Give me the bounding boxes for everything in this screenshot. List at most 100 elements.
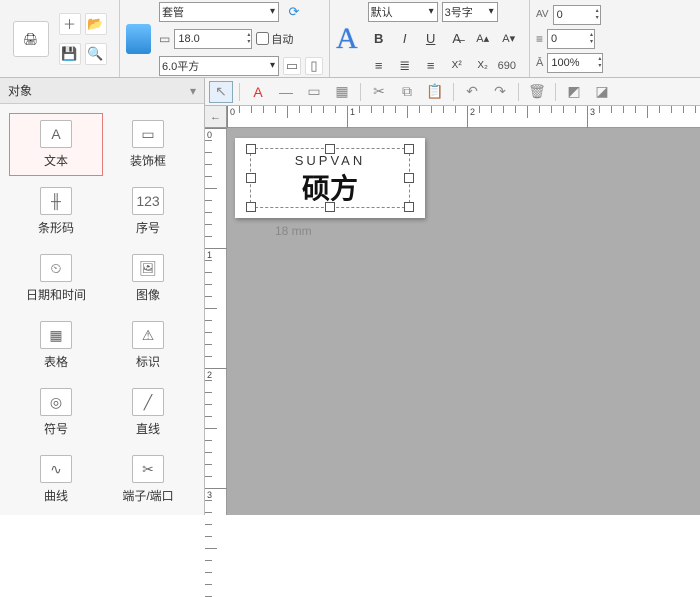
- palette-label: 图像: [136, 286, 160, 303]
- material-select[interactable]: 套管: [159, 2, 279, 22]
- paste-button[interactable]: 📋: [423, 81, 447, 103]
- handle-ne[interactable]: [404, 144, 414, 154]
- palette-item-日期和时间[interactable]: ⏲ 日期和时间: [10, 248, 102, 309]
- thickness-select[interactable]: 6.0平方: [159, 56, 279, 76]
- undo-button[interactable]: ↶: [460, 81, 484, 103]
- canvas-area: ↖ A — ▭ ▦ ✂ ⧉ 📋 ↶ ↷ 🗑 ◩ ◪ ← SUPVAN 硕方: [205, 78, 700, 515]
- palette-label: 端子/端口: [122, 487, 173, 504]
- palette-label: 序号: [136, 219, 160, 236]
- palette-label: 符号: [44, 420, 68, 437]
- selection-box[interactable]: SUPVAN 硕方: [250, 148, 410, 208]
- send-back-button[interactable]: ◪: [590, 81, 614, 103]
- object-palette: A 文本 ▭ 装饰框 ╫ 条形码 123序号 ⏲ 日期和时间 🖼 图像 ▦表格⚠标识◎符号 ╱ 直线 ∿ 曲线…: [0, 104, 204, 520]
- palette-label: 直线: [136, 420, 160, 437]
- palette-icon: ⏲: [40, 254, 72, 282]
- palette-icon: 🖼: [132, 254, 164, 282]
- palette-item-图像[interactable]: 🖼 图像: [102, 248, 194, 309]
- palette-icon: ╫: [40, 187, 72, 215]
- bold-button[interactable]: B: [368, 29, 390, 49]
- handle-n[interactable]: [325, 144, 335, 154]
- cut-button[interactable]: ✂: [367, 81, 391, 103]
- font-shrink-button[interactable]: A▾: [498, 29, 520, 49]
- font-grow-button[interactable]: A▴: [472, 29, 494, 49]
- palette-item-标识[interactable]: ⚠标识: [102, 315, 194, 376]
- main-area: 对象 ▾ A文本▭装饰框╫条形码123序号⏲日期和时间🖼图像▦表格⚠标识◎符号╱…: [0, 78, 700, 515]
- handle-e[interactable]: [404, 173, 414, 183]
- palette-item-曲线[interactable]: ∿ 曲线: [10, 449, 102, 510]
- refresh-icon[interactable]: ⟳: [283, 2, 305, 22]
- line-style-button[interactable]: —: [274, 81, 298, 103]
- underline-button[interactable]: U: [420, 29, 442, 49]
- save-button[interactable]: 💾: [59, 43, 81, 65]
- redo-button[interactable]: ↷: [488, 81, 512, 103]
- pointer-tool[interactable]: ↖: [209, 81, 233, 103]
- handle-s[interactable]: [325, 202, 335, 212]
- object-panel: 对象 ▾ A文本▭装饰框╫条形码123序号⏲日期和时间🖼图像▦表格⚠标识◎符号╱…: [0, 78, 205, 515]
- object-panel-label: 对象: [8, 82, 32, 99]
- palette-item-文本[interactable]: A 文本: [10, 114, 102, 175]
- print-button[interactable]: 🖨: [13, 21, 49, 57]
- font-size-select[interactable]: 3号字: [442, 2, 498, 22]
- copy-button[interactable]: ⧉: [395, 81, 419, 103]
- ruler-corner[interactable]: ←: [205, 106, 227, 128]
- palette-item-序号[interactable]: 123序号: [102, 181, 194, 242]
- palette-label: 标识: [136, 353, 160, 370]
- panel-menu-icon[interactable]: ▾: [190, 84, 196, 98]
- palette-label: 条形码: [38, 219, 74, 236]
- subscript-button[interactable]: X₂: [472, 56, 494, 76]
- zoom-input[interactable]: 100%: [547, 53, 603, 73]
- top-toolbar: 🖨 ＋ 📂 💾 🔍 套管 ⟳: [0, 0, 700, 78]
- kerning-value: 690: [498, 60, 516, 72]
- handle-w[interactable]: [246, 173, 256, 183]
- canvas-toolbar: ↖ A — ▭ ▦ ✂ ⧉ 📋 ↶ ↷ 🗑 ◩ ◪: [205, 78, 700, 106]
- align-center-button[interactable]: ≣: [394, 56, 416, 76]
- handle-sw[interactable]: [246, 202, 256, 212]
- object-panel-title: 对象 ▾: [0, 78, 204, 104]
- new-button[interactable]: ＋: [59, 13, 81, 35]
- strike-button[interactable]: A̶: [446, 29, 468, 49]
- font-family-select[interactable]: 默认: [368, 2, 438, 22]
- preview-button[interactable]: 🔍: [85, 43, 107, 65]
- material-icon: [126, 24, 151, 54]
- width-input[interactable]: 18.0: [174, 29, 252, 49]
- superscript-button[interactable]: X²: [446, 56, 468, 76]
- ruler-horizontal: [227, 106, 700, 128]
- rect-tool[interactable]: ▭: [302, 81, 326, 103]
- handle-se[interactable]: [404, 202, 414, 212]
- palette-icon: ╱: [132, 388, 164, 416]
- canvas-text-1[interactable]: SUPVAN: [251, 153, 409, 168]
- align-right-button[interactable]: ≡: [420, 56, 442, 76]
- auto-checkbox[interactable]: 自动: [256, 31, 293, 47]
- grid-tool[interactable]: ▦: [330, 81, 354, 103]
- palette-icon: ∿: [40, 455, 72, 483]
- ruler-vertical: [205, 128, 227, 515]
- palette-item-条形码[interactable]: ╫ 条形码: [10, 181, 102, 242]
- material-group: 套管 ⟳ ▭ 18.0 自动 6.0平方 ▭ ▯: [120, 0, 330, 77]
- text-color-button[interactable]: A: [246, 81, 270, 103]
- palette-label: 文本: [44, 152, 68, 169]
- palette-icon: A: [40, 120, 72, 148]
- orient-v-button[interactable]: ▯: [305, 57, 323, 75]
- palette-item-装饰框[interactable]: ▭ 装饰框: [102, 114, 194, 175]
- palette-icon: ▦: [40, 321, 72, 349]
- palette-label: 日期和时间: [26, 286, 86, 303]
- file-group: 🖨 ＋ 📂 💾 🔍: [0, 0, 120, 77]
- canvas-text-2[interactable]: 硕方: [251, 167, 409, 207]
- palette-item-端子/端口[interactable]: ✂端子/端口: [102, 449, 194, 510]
- align-left-button[interactable]: ≡: [368, 56, 390, 76]
- palette-icon: ▭: [132, 120, 164, 148]
- av-input[interactable]: 0: [553, 5, 601, 25]
- open-button[interactable]: 📂: [85, 13, 107, 35]
- handle-nw[interactable]: [246, 144, 256, 154]
- palette-item-直线[interactable]: ╱ 直线: [102, 382, 194, 443]
- palette-item-表格[interactable]: ▦表格: [10, 315, 102, 376]
- palette-item-符号[interactable]: ◎符号: [10, 382, 102, 443]
- linespacing-input[interactable]: 0: [547, 29, 595, 49]
- palette-label: 装饰框: [130, 152, 166, 169]
- italic-button[interactable]: I: [394, 29, 416, 49]
- palette-label: 曲线: [44, 487, 68, 504]
- delete-button[interactable]: 🗑: [525, 81, 549, 103]
- bring-front-button[interactable]: ◩: [562, 81, 586, 103]
- font-group: A 默认 3号字 B I U A̶ A▴ A▾ ≡ ≣ ≡: [330, 0, 530, 77]
- orient-h-button[interactable]: ▭: [283, 57, 301, 75]
